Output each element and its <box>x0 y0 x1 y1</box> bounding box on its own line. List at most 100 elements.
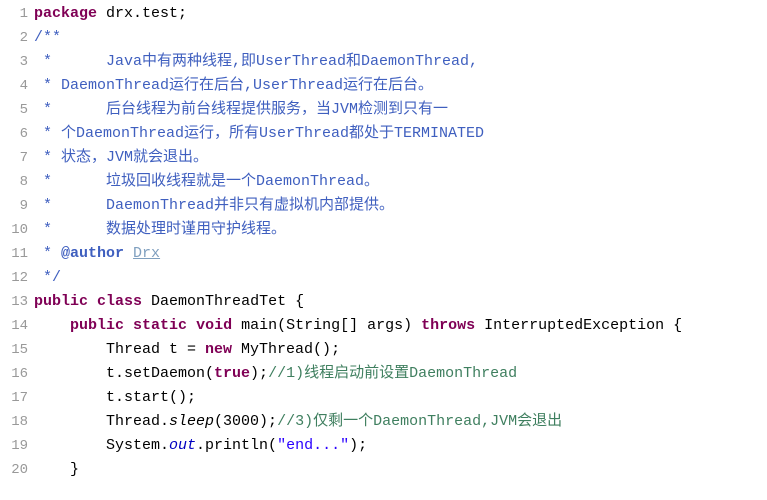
line-number: 4 <box>0 74 34 98</box>
code-content[interactable]: System.out.println("end..."); <box>34 434 767 458</box>
token-ident: Thread t = <box>34 341 205 358</box>
token-field: out <box>169 437 196 454</box>
code-line[interactable]: 19 System.out.println("end..."); <box>0 434 767 458</box>
code-line[interactable]: 12 */ <box>0 266 767 290</box>
token-docline: Drx <box>133 245 160 262</box>
token-doc: * 状态，JVM就会退出。 <box>34 149 208 166</box>
token-kw: throws <box>421 317 475 334</box>
token-doc <box>124 245 133 262</box>
code-content[interactable]: * 个DaemonThread运行，所有UserThread都处于TERMINA… <box>34 122 767 146</box>
code-line[interactable]: 11 * @author Drx <box>0 242 767 266</box>
token-doc: * Java中有两种线程,即UserThread和DaemonThread, <box>34 53 478 70</box>
line-number: 11 <box>0 242 34 266</box>
token-kw: public <box>70 317 124 334</box>
token-doc: * DaemonThread运行在后台,UserThread运行在后台。 <box>34 77 433 94</box>
token-ident: } <box>34 461 79 478</box>
code-line[interactable]: 7 * 状态，JVM就会退出。 <box>0 146 767 170</box>
code-line[interactable]: 10 * 数据处理时谨用守护线程。 <box>0 218 767 242</box>
line-number: 1 <box>0 2 34 26</box>
code-line[interactable]: 20 } <box>0 458 767 482</box>
line-number: 9 <box>0 194 34 218</box>
token-kw: void <box>196 317 232 334</box>
line-number: 14 <box>0 314 34 338</box>
token-kw: static <box>133 317 187 334</box>
code-content[interactable]: Thread t = new MyThread(); <box>34 338 767 362</box>
code-line[interactable]: 5 * 后台线程为前台线程提供服务，当JVM检测到只有一 <box>0 98 767 122</box>
code-line[interactable]: 9 * DaemonThread并非只有虚拟机内部提供。 <box>0 194 767 218</box>
token-ident: t.start(); <box>34 389 196 406</box>
token-ident: ); <box>349 437 367 454</box>
token-plain <box>124 317 133 334</box>
code-content[interactable]: * 垃圾回收线程就是一个DaemonThread。 <box>34 170 767 194</box>
line-number: 18 <box>0 410 34 434</box>
line-number: 7 <box>0 146 34 170</box>
code-content[interactable]: * @author Drx <box>34 242 767 266</box>
line-number: 10 <box>0 218 34 242</box>
token-doc: * 个DaemonThread运行，所有UserThread都处于TERMINA… <box>34 125 484 142</box>
line-number: 17 <box>0 386 34 410</box>
code-content[interactable]: public static void main(String[] args) t… <box>34 314 767 338</box>
token-doctag: @author <box>61 245 124 262</box>
code-line[interactable]: 18 Thread.sleep(3000);//3)仅剩一个DaemonThre… <box>0 410 767 434</box>
code-content[interactable]: /** <box>34 26 767 50</box>
code-line[interactable]: 17 t.start(); <box>0 386 767 410</box>
code-line[interactable]: 3 * Java中有两种线程,即UserThread和DaemonThread, <box>0 50 767 74</box>
line-number: 3 <box>0 50 34 74</box>
line-number: 12 <box>0 266 34 290</box>
code-content[interactable]: public class DaemonThreadTet { <box>34 290 767 314</box>
code-content[interactable]: t.setDaemon(true);//1)线程启动前设置DaemonThrea… <box>34 362 767 386</box>
token-plain <box>88 293 97 310</box>
token-plain <box>187 317 196 334</box>
code-content[interactable]: * DaemonThread并非只有虚拟机内部提供。 <box>34 194 767 218</box>
code-editor[interactable]: 1package drx.test;2/**3 * Java中有两种线程,即Us… <box>0 0 767 482</box>
token-ident: Thread. <box>34 413 169 430</box>
token-plain <box>97 5 106 22</box>
token-ident: (3000); <box>214 413 277 430</box>
line-number: 13 <box>0 290 34 314</box>
token-pkg: drx.test; <box>106 5 187 22</box>
code-line[interactable]: 4 * DaemonThread运行在后台,UserThread运行在后台。 <box>0 74 767 98</box>
token-cmt: //3)仅剩一个DaemonThread,JVM会退出 <box>277 413 562 430</box>
line-number: 15 <box>0 338 34 362</box>
code-content[interactable]: package drx.test; <box>34 2 767 26</box>
token-doc: * 后台线程为前台线程提供服务，当JVM检测到只有一 <box>34 101 448 118</box>
token-kw: new <box>205 341 232 358</box>
code-line[interactable]: 13public class DaemonThreadTet { <box>0 290 767 314</box>
code-line[interactable]: 16 t.setDaemon(true);//1)线程启动前设置DaemonTh… <box>0 362 767 386</box>
code-content[interactable]: t.start(); <box>34 386 767 410</box>
token-ident: ); <box>250 365 268 382</box>
token-ident: MyThread(); <box>232 341 340 358</box>
token-plain <box>34 317 70 334</box>
code-line[interactable]: 14 public static void main(String[] args… <box>0 314 767 338</box>
code-content[interactable]: * Java中有两种线程,即UserThread和DaemonThread, <box>34 50 767 74</box>
line-number: 6 <box>0 122 34 146</box>
code-line[interactable]: 15 Thread t = new MyThread(); <box>0 338 767 362</box>
code-content[interactable]: * 数据处理时谨用守护线程。 <box>34 218 767 242</box>
code-content[interactable]: * 状态，JVM就会退出。 <box>34 146 767 170</box>
code-line[interactable]: 8 * 垃圾回收线程就是一个DaemonThread。 <box>0 170 767 194</box>
token-ident: t.setDaemon( <box>34 365 214 382</box>
code-line[interactable]: 2/** <box>0 26 767 50</box>
token-cmt: //1)线程启动前设置DaemonThread <box>268 365 517 382</box>
line-number: 8 <box>0 170 34 194</box>
token-str: "end..." <box>277 437 349 454</box>
token-doc: * 数据处理时谨用守护线程。 <box>34 221 286 238</box>
token-ident: InterruptedException { <box>475 317 682 334</box>
code-content[interactable]: * DaemonThread运行在后台,UserThread运行在后台。 <box>34 74 767 98</box>
token-doc: */ <box>34 269 61 286</box>
token-doc: * DaemonThread并非只有虚拟机内部提供。 <box>34 197 394 214</box>
code-line[interactable]: 1package drx.test; <box>0 2 767 26</box>
line-number: 16 <box>0 362 34 386</box>
code-content[interactable]: Thread.sleep(3000);//3)仅剩一个DaemonThread,… <box>34 410 767 434</box>
code-content[interactable]: } <box>34 458 767 482</box>
token-ident: DaemonThreadTet { <box>142 293 304 310</box>
code-line[interactable]: 6 * 个DaemonThread运行，所有UserThread都处于TERMI… <box>0 122 767 146</box>
line-number: 2 <box>0 26 34 50</box>
token-kw: package <box>34 5 97 22</box>
line-number: 19 <box>0 434 34 458</box>
token-ident: main(String[] args) <box>232 317 421 334</box>
code-content[interactable]: * 后台线程为前台线程提供服务，当JVM检测到只有一 <box>34 98 767 122</box>
code-content[interactable]: */ <box>34 266 767 290</box>
token-staticm: sleep <box>169 413 214 430</box>
token-kw: true <box>214 365 250 382</box>
